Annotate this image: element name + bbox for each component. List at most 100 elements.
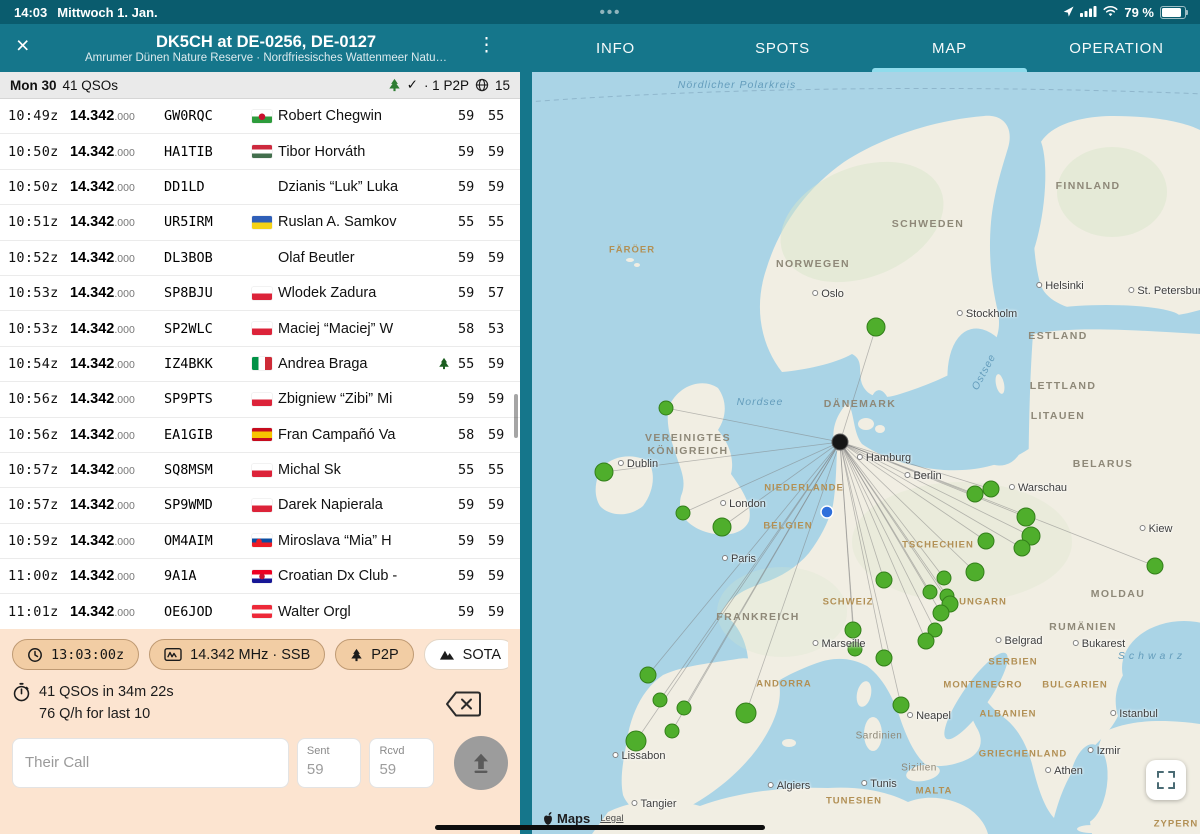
sota-chip-label: SOTA (463, 647, 501, 663)
time-chip[interactable]: 13:03:00z (12, 639, 139, 670)
qso-marker[interactable] (659, 401, 673, 415)
table-row[interactable]: 10:53z14.342.000SP2WLCMaciej “Maciej” W5… (0, 311, 520, 346)
qso-marker[interactable] (967, 486, 983, 502)
qso-rcvd: 59 (488, 497, 520, 513)
qso-name: Fran Campañó Va (278, 427, 438, 443)
sota-chip[interactable]: SOTA (424, 639, 508, 670)
table-row[interactable]: 10:56z14.342.000EA1GIBFran Campañó Va585… (0, 418, 520, 453)
qso-frequency: 14.342.000 (70, 426, 164, 444)
table-row[interactable]: 10:52z14.342.000DL3BOBOlaf Beutler5959 (0, 241, 520, 276)
qso-marker[interactable] (1017, 508, 1035, 526)
qso-marker[interactable] (983, 481, 999, 497)
qso-marker[interactable] (978, 533, 994, 549)
qso-name: Croatian Dx Club - (278, 568, 438, 584)
qso-marker[interactable] (937, 571, 951, 585)
qso-rcvd: 57 (488, 285, 520, 301)
operator-marker[interactable] (832, 434, 848, 450)
arctic-circle-line (532, 88, 1200, 102)
entry-panel: 13:03:00z 14.342 MHz · SSB P2P SOTA (0, 629, 520, 834)
table-row[interactable]: 10:56z14.342.000SP9PTSZbigniew “Zibi” Mi… (0, 382, 520, 417)
qso-marker[interactable] (713, 518, 731, 536)
backspace-button[interactable] (445, 690, 482, 723)
map-panel[interactable]: Nördlicher PolarkreisFÄRÖERFINNLANDSCHWE… (532, 72, 1200, 834)
apple-icon (542, 812, 554, 826)
qso-marker[interactable] (665, 724, 679, 738)
qso-time: 10:57z (8, 462, 70, 478)
table-row[interactable]: 10:54z14.342.000IZ4BKKAndrea Braga5559 (0, 347, 520, 382)
table-row[interactable]: 11:00z14.342.0009A1ACroatian Dx Club -59… (0, 559, 520, 594)
qso-marker[interactable] (1014, 540, 1030, 556)
qso-marker[interactable] (918, 633, 934, 649)
legal-link[interactable]: Legal (600, 813, 623, 824)
tab-map[interactable]: MAP (866, 24, 1033, 72)
flag-icon (252, 180, 272, 193)
location-icon (1063, 5, 1074, 20)
tab-operation[interactable]: OPERATION (1033, 24, 1200, 72)
qso-marker[interactable] (595, 463, 613, 481)
table-row[interactable]: 10:50z14.342.000DD1LDDzianis “Luk” Luka5… (0, 170, 520, 205)
status-time: 14:03 (14, 5, 47, 20)
table-row[interactable]: 10:57z14.342.000SQ8MSMMichal Sk5555 (0, 453, 520, 488)
table-row[interactable]: 10:53z14.342.000SP8BJUWlodek Zadura5957 (0, 276, 520, 311)
sent-field[interactable]: Sent 59 (297, 738, 362, 788)
qso-rcvd: 59 (488, 604, 520, 620)
qso-marker[interactable] (876, 650, 892, 666)
scrollbar[interactable] (514, 394, 518, 438)
home-indicator[interactable] (435, 825, 765, 830)
tab-info[interactable]: INFO (532, 24, 699, 72)
qso-time: 10:50z (8, 144, 70, 160)
table-row[interactable]: 10:51z14.342.000UR5IRMRuslan A. Samkov55… (0, 205, 520, 240)
qso-marker[interactable] (676, 506, 690, 520)
wifi-icon (1103, 5, 1118, 20)
qso-marker[interactable] (893, 697, 909, 713)
qso-marker[interactable] (923, 585, 937, 599)
rcvd-field[interactable]: Rcvd 59 (369, 738, 434, 788)
table-row[interactable]: 10:49z14.342.000GW0RQCRobert Chegwin5955 (0, 99, 520, 134)
tab-spots[interactable]: SPOTS (699, 24, 866, 72)
qso-sent: 59 (458, 391, 488, 407)
app-header: × DK5CH at DE-0256, DE-0127 Amrumer Düne… (0, 24, 1200, 72)
qso-marker[interactable] (640, 667, 656, 683)
qso-marker[interactable] (966, 563, 984, 581)
qso-time: 10:56z (8, 391, 70, 407)
table-row[interactable]: 10:57z14.342.000SP9WMDDarek Napierala595… (0, 488, 520, 523)
qso-marker[interactable] (933, 605, 949, 621)
table-row[interactable]: 10:50z14.342.000HA1TIBTibor Horváth5959 (0, 134, 520, 169)
qso-marker[interactable] (736, 703, 756, 723)
qso-marker[interactable] (845, 622, 861, 638)
qso-name: Walter Orgl (278, 604, 438, 620)
sent-label: Sent (307, 745, 352, 757)
qso-frequency: 14.342.000 (70, 567, 164, 585)
kebab-menu-icon[interactable]: ⋮ (477, 36, 496, 55)
tree-icon (350, 648, 363, 662)
qso-sent: 59 (458, 108, 488, 124)
qso-marker[interactable] (876, 572, 892, 588)
qso-marker[interactable] (653, 693, 667, 707)
chip-row: 13:03:00z 14.342 MHz · SSB P2P SOTA (12, 639, 508, 671)
qso-marker[interactable] (626, 731, 646, 751)
qso-time: 11:01z (8, 604, 70, 620)
qso-name: Olaf Beutler (278, 250, 438, 266)
qso-sent: 59 (458, 250, 488, 266)
qso-marker[interactable] (867, 318, 885, 336)
p2p-chip[interactable]: P2P (335, 639, 413, 670)
log-dx-count: 15 (495, 78, 510, 93)
qso-marker[interactable] (1147, 558, 1163, 574)
frequency-chip[interactable]: 14.342 MHz · SSB (149, 639, 325, 670)
qso-marker[interactable] (677, 701, 691, 715)
close-icon[interactable]: × (16, 34, 29, 57)
log-qso-button[interactable] (454, 736, 508, 790)
log-day: Mon 30 (10, 78, 57, 93)
qso-rcvd: 55 (488, 462, 520, 478)
fullscreen-button[interactable] (1146, 760, 1186, 800)
flag-icon (252, 145, 272, 158)
flag-icon (252, 393, 272, 406)
spot-marker[interactable] (821, 506, 833, 518)
log-day-header: Mon 30 41 QSOs ✓ · 1 P2P 15 (0, 72, 520, 99)
table-row[interactable]: 10:59z14.342.000OM4AIMMiroslava “Mia” H5… (0, 524, 520, 559)
tab-bar: INFOSPOTSMAPOPERATION (532, 24, 1200, 72)
their-call-input[interactable] (12, 738, 289, 788)
qso-frequency: 14.342.000 (70, 461, 164, 479)
qso-marker[interactable] (848, 642, 862, 656)
table-row[interactable]: 11:01z14.342.000OE6JODWalter Orgl5959 (0, 594, 520, 629)
